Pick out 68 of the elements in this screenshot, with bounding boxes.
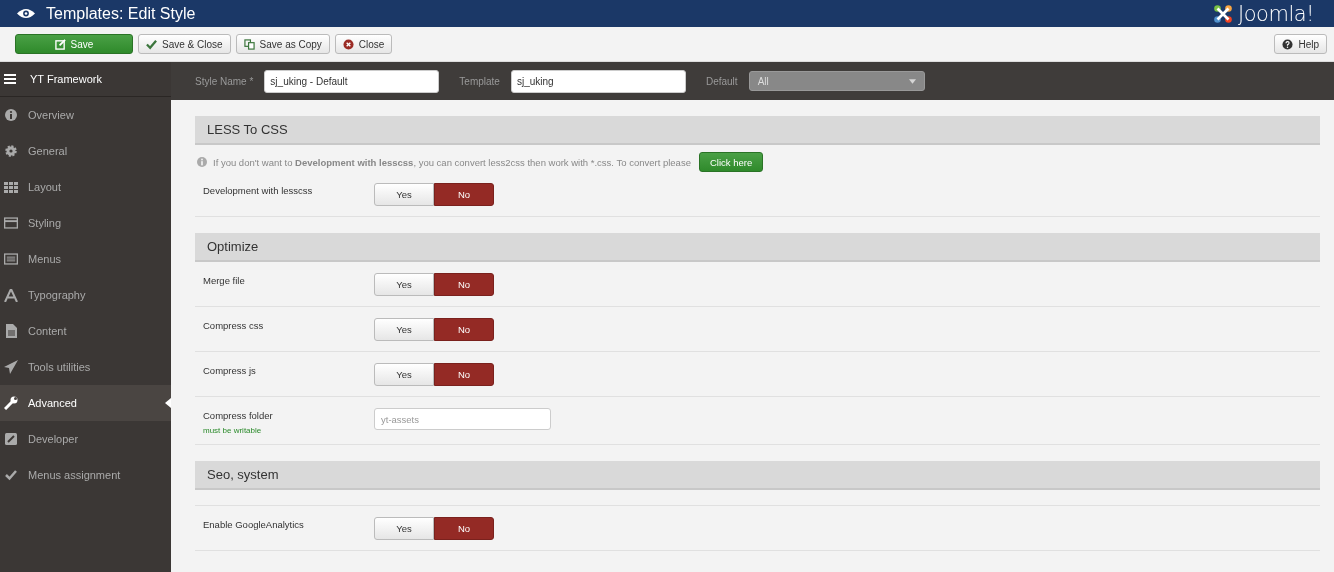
option-label: Compress css <box>203 320 265 331</box>
section-title: LESS To CSS <box>207 122 288 137</box>
help-icon <box>1282 38 1294 50</box>
logo-icon <box>1212 2 1235 25</box>
sidebar-item[interactable]: Developer <box>0 421 171 457</box>
field-label: Style Name * <box>195 75 254 87</box>
pencil-icon <box>5 433 17 445</box>
sidebar-item[interactable]: Styling <box>0 205 171 241</box>
toggle-option[interactable]: No <box>434 363 494 386</box>
option-label: Merge file <box>203 275 246 286</box>
paper-plane-icon <box>4 360 18 374</box>
menu-icon <box>4 74 16 84</box>
logo-text: Joomla! <box>1238 1 1314 26</box>
sidebar-item[interactable]: Overview <box>0 97 171 133</box>
sidebar-item[interactable]: Menus assignment <box>0 457 171 493</box>
template-field[interactable]: sj_uking <box>510 69 686 93</box>
toolbar-button[interactable]: Save as Copy <box>235 34 330 54</box>
folder-field[interactable]: yt-assets <box>374 408 551 430</box>
help-button[interactable]: Help <box>1274 34 1327 54</box>
toolbar-button[interactable]: Save & Close <box>138 34 231 54</box>
toggle-option[interactable]: Yes <box>374 273 434 296</box>
toggle-option[interactable]: Yes <box>374 318 434 341</box>
toggle-option[interactable]: Yes <box>374 363 434 386</box>
sidebar-item[interactable]: General <box>0 133 171 169</box>
grid-icon <box>4 181 18 193</box>
gear-icon <box>5 145 17 157</box>
field-label: Template <box>459 75 500 87</box>
click-here-button[interactable]: Click here <box>698 152 764 172</box>
option-label: Compress folder <box>203 410 274 421</box>
info-note: If you don't want to Development with lesscss, you can convert less2css then work with *.css. To convert please <box>213 156 691 168</box>
toggle-option[interactable]: No <box>434 183 494 206</box>
copy-icon <box>243 38 255 50</box>
document-icon <box>5 324 17 338</box>
card-icon <box>4 217 18 229</box>
sidebar-item[interactable]: Layout <box>0 169 171 205</box>
toggle-option[interactable]: No <box>434 318 494 341</box>
sidebar-item[interactable]: Content <box>0 313 171 349</box>
toolbar-button[interactable]: Close <box>334 34 393 54</box>
toolbar-button[interactable]: Save <box>15 34 133 54</box>
eye-icon <box>17 8 35 19</box>
section-title: Optimize <box>207 239 259 254</box>
sidebar-item[interactable]: Menus <box>0 241 171 277</box>
sidebar-item[interactable]: Typography <box>0 277 171 313</box>
page-title: Templates: Edit Style <box>46 4 196 23</box>
toggle-option[interactable]: No <box>434 273 494 296</box>
info-icon <box>197 157 207 167</box>
field-label: Default <box>705 75 738 87</box>
toggle-option[interactable]: Yes <box>374 517 434 540</box>
wrench-icon <box>4 396 18 410</box>
sidebar-title: YT Framework <box>30 73 102 85</box>
sidebar-item[interactable]: Tools utilities <box>0 349 171 385</box>
close-icon <box>342 38 354 50</box>
option-label: Development with lesscss <box>203 185 314 196</box>
toggle-option[interactable]: Yes <box>374 183 434 206</box>
option-label: Enable GoogleAnalytics <box>203 519 305 530</box>
toggle-option[interactable]: No <box>434 517 494 540</box>
hint-text: must be writable <box>203 426 263 435</box>
option-label: Compress js <box>203 365 257 376</box>
serif-a-icon <box>4 288 18 302</box>
sidebar-item[interactable]: Advanced <box>0 385 171 421</box>
section-title: Seo, system <box>207 467 279 482</box>
info-icon <box>5 109 17 121</box>
caret-icon <box>908 78 916 84</box>
check-icon <box>5 469 17 481</box>
edit-icon <box>54 38 66 50</box>
check-icon <box>146 38 157 50</box>
list-icon <box>4 253 18 265</box>
style-name-field[interactable]: sj_uking - Default <box>264 69 440 93</box>
